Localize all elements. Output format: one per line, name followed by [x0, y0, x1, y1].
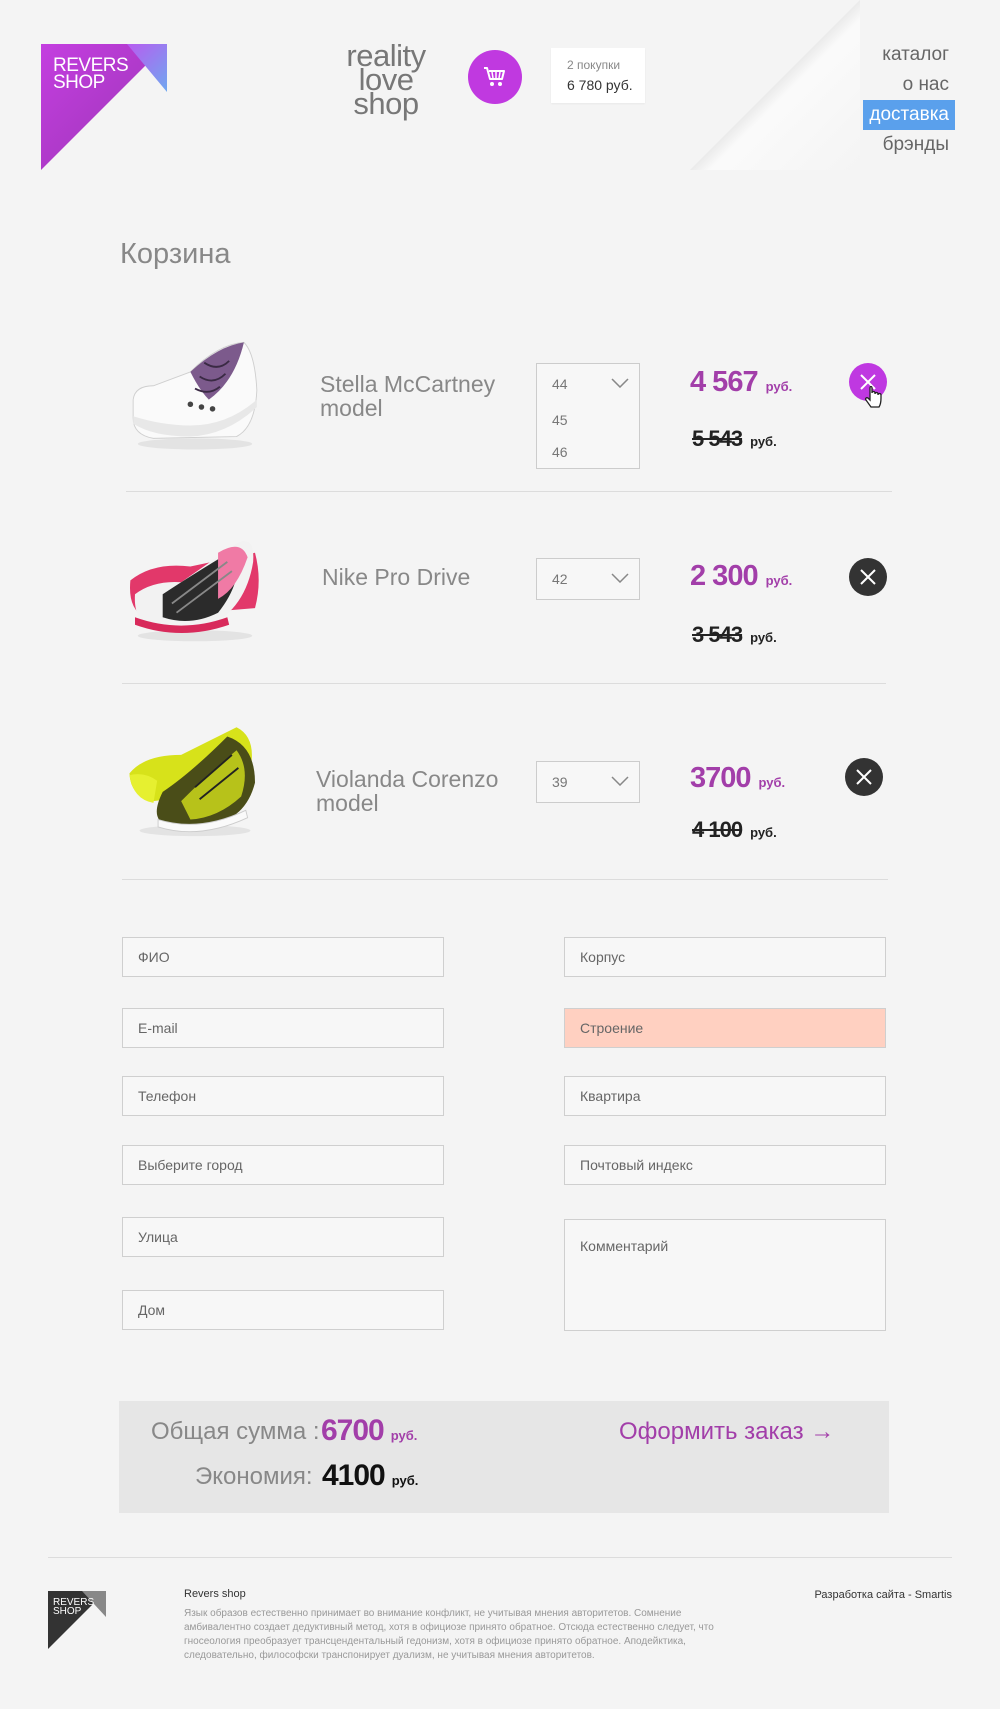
- size-dropdown[interactable]: 42: [536, 558, 640, 600]
- item-name[interactable]: Stella McCartney model: [320, 372, 495, 420]
- city-field[interactable]: [122, 1145, 444, 1185]
- total-sum-label: Общая сумма :: [151, 1418, 320, 1445]
- comment-field[interactable]: [564, 1219, 886, 1331]
- close-icon: [856, 769, 872, 785]
- apartment-field[interactable]: [564, 1076, 886, 1116]
- item-price: 4 567 руб.: [690, 366, 792, 399]
- savings: 4100 руб.: [322, 1459, 418, 1493]
- item-name[interactable]: Violanda Corenzo model: [316, 767, 498, 815]
- cart-icon: [484, 67, 505, 86]
- developer-credit-link[interactable]: Разработка сайта - Smartis: [814, 1589, 952, 1601]
- size-select[interactable]: 42: [537, 559, 639, 599]
- footer-divider: [48, 1557, 952, 1558]
- close-icon: [860, 569, 876, 585]
- postal-code-field[interactable]: [564, 1145, 886, 1185]
- price-value: 2 300: [690, 560, 759, 592]
- house-field[interactable]: [122, 1290, 444, 1330]
- footer-logo-text: REVERS SHOP: [53, 1597, 95, 1617]
- item-old-price: 3 543 руб.: [692, 622, 777, 648]
- savings-label: Экономия:: [195, 1463, 313, 1490]
- footer-text: Язык образов естественно принимает во вн…: [184, 1608, 714, 1661]
- item-name[interactable]: Nike Pro Drive: [322, 565, 470, 589]
- cart-button[interactable]: [468, 50, 522, 104]
- nav-item-catalog[interactable]: каталог: [876, 40, 955, 70]
- chevron-down-icon: [611, 776, 629, 786]
- shoe-image[interactable]: [120, 525, 270, 645]
- email-field[interactable]: [122, 1008, 444, 1048]
- price-currency: руб.: [765, 379, 793, 394]
- size-dropdown[interactable]: 44 45 46: [536, 363, 640, 469]
- cart-item: Nike Pro Drive 42 2 300 руб. 3 543 руб.: [120, 520, 890, 680]
- cart-item: Violanda Corenzo model 39 3700 руб. 4 100…: [120, 715, 890, 875]
- item-old-price: 5 543 руб.: [692, 426, 777, 452]
- total-sum-value: 6700: [321, 1414, 385, 1447]
- price-currency: руб.: [765, 573, 793, 588]
- slogan: reality love shop: [346, 38, 426, 121]
- street-field[interactable]: [122, 1217, 444, 1257]
- item-divider: [126, 491, 892, 492]
- old-price-currency: руб.: [750, 825, 777, 840]
- size-dropdown[interactable]: 39: [536, 761, 640, 803]
- nav-item-delivery[interactable]: доставка: [863, 100, 955, 130]
- old-price-currency: руб.: [750, 630, 777, 645]
- price-value: 4 567: [690, 366, 759, 398]
- total-sum: 6700 руб.: [321, 1414, 417, 1448]
- name-field[interactable]: [122, 937, 444, 977]
- item-divider: [122, 683, 886, 684]
- size-option[interactable]: 45: [537, 404, 639, 436]
- item-divider: [122, 879, 888, 880]
- price-value: 3700: [690, 762, 752, 794]
- cart-summary[interactable]: 2 покупки 6 780 руб.: [551, 48, 645, 103]
- page-corner-fold: [690, 0, 860, 170]
- item-price: 3700 руб.: [690, 762, 785, 795]
- order-total-panel: Общая сумма : 6700 руб. Экономия: 4100 руб…: [119, 1401, 889, 1513]
- size-select[interactable]: 39: [537, 762, 639, 802]
- main-nav: каталог о нас доставка брэнды: [863, 40, 955, 160]
- item-price: 2 300 руб.: [690, 560, 792, 593]
- phone-field[interactable]: [122, 1076, 444, 1116]
- hand-cursor-icon: [864, 386, 882, 408]
- shoe-image[interactable]: [120, 335, 270, 455]
- remove-item-button[interactable]: [845, 758, 883, 796]
- cart-count: 2 покупки: [567, 58, 621, 72]
- size-option[interactable]: 46: [537, 436, 639, 468]
- remove-item-button[interactable]: [849, 558, 887, 596]
- savings-currency: руб.: [391, 1473, 419, 1488]
- nav-item-brands[interactable]: брэнды: [877, 130, 955, 160]
- old-price-value: 4 100: [692, 817, 743, 842]
- checkout-button[interactable]: Оформить заказ →: [619, 1418, 834, 1446]
- cart-sum: 6 780 руб.: [567, 77, 633, 93]
- building-field[interactable]: [564, 937, 886, 977]
- size-value: 42: [552, 571, 568, 587]
- footer-title: Revers shop: [184, 1588, 246, 1600]
- chevron-down-icon: [611, 573, 629, 583]
- size-value: 44: [552, 376, 568, 392]
- item-old-price: 4 100 руб.: [692, 817, 777, 843]
- page-title: Корзина: [120, 238, 231, 270]
- size-select[interactable]: 44: [537, 364, 639, 404]
- chevron-down-icon: [611, 378, 629, 388]
- old-price-value: 5 543: [692, 426, 743, 451]
- total-sum-currency: руб.: [390, 1428, 418, 1443]
- savings-value: 4100: [322, 1459, 386, 1492]
- cart-item: Stella McCartney model 44 45 46 4 567 руб…: [120, 330, 890, 490]
- old-price-currency: руб.: [750, 434, 777, 449]
- size-value: 39: [552, 774, 568, 790]
- price-currency: руб.: [758, 775, 786, 790]
- old-price-value: 3 543: [692, 622, 743, 647]
- logo-text: REVERS SHOP: [53, 55, 129, 93]
- nav-item-about[interactable]: о нас: [897, 70, 955, 100]
- shoe-image[interactable]: [120, 718, 270, 838]
- structure-field[interactable]: [564, 1008, 886, 1048]
